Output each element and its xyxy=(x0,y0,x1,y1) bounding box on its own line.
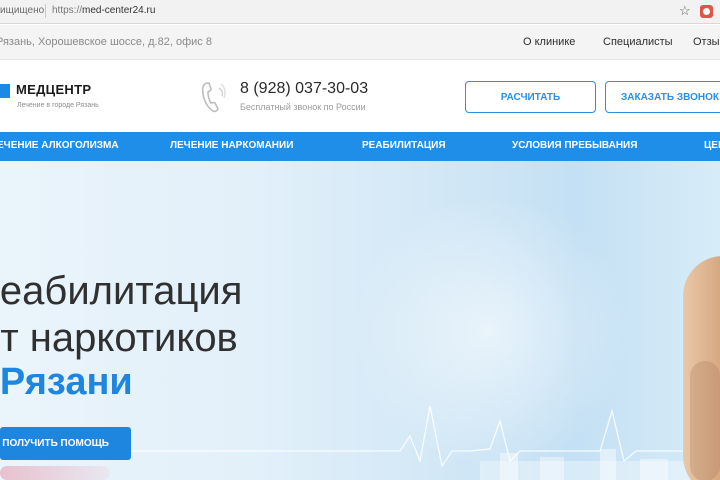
order-call-label: Заказать звонок xyxy=(621,91,719,103)
hero-title-line1: Реабилитация xyxy=(0,269,242,313)
hand-shadow xyxy=(690,361,720,480)
hero-title-line2-text: от наркотиков xyxy=(0,316,238,360)
url-scheme: https:// xyxy=(52,5,83,16)
hero-title-city-text: в Рязани xyxy=(0,361,133,403)
topnav-link-specialists[interactable]: Специалисты xyxy=(603,36,673,48)
get-help-label: Получить помощь xyxy=(2,438,109,449)
url-host: med-center24.ru xyxy=(82,5,156,16)
nav-item-rehabilitation[interactable]: РЕАБИЛИТАЦИЯ xyxy=(362,140,446,151)
star-icon[interactable]: ☆ xyxy=(679,3,691,19)
nav-item-alcoholism[interactable]: ЛЕЧЕНИЕ АЛКОГОЛИЗМА xyxy=(0,140,119,151)
hero-title-line1-text: Реабилитация xyxy=(0,269,243,313)
connection-status[interactable]: ищищено xyxy=(0,5,44,16)
url-field[interactable]: https://med-center24.ru xyxy=(52,5,155,16)
nav-item-drug-addiction[interactable]: ЛЕЧЕНИЕ НАРКОМАНИИ xyxy=(170,140,293,151)
clinic-address: Рязань, Хорошевское шоссе, д.82, офис 8 xyxy=(0,36,212,48)
address-separator xyxy=(45,4,46,18)
main-nav: ЛЕЧЕНИЕ АЛКОГОЛИЗМА ЛЕЧЕНИЕ НАРКОМАНИИ Р… xyxy=(0,132,720,161)
logo-tagline: Лечение в городе Рязань xyxy=(17,102,99,109)
order-call-button[interactable]: Заказать звонок xyxy=(605,81,720,113)
nav-item-alcoholism-label: ЛЕЧЕНИЕ АЛКОГОЛИЗМА xyxy=(0,140,119,151)
shield-extension-icon[interactable] xyxy=(700,5,713,18)
logo-name[interactable]: МЕДЦЕНТР xyxy=(16,82,91,97)
calculate-button[interactable]: Расчитать xyxy=(465,81,596,113)
flowers-image xyxy=(0,466,110,480)
hero-banner: Реабилитация от наркотиков в Рязани Полу… xyxy=(0,161,720,480)
site-header: МЕДЦЕНТР Лечение в городе Рязань 8 (928)… xyxy=(0,61,720,132)
topnav-link-reviews[interactable]: Отзывы xyxy=(693,36,720,48)
get-help-button[interactable]: Получить помощь xyxy=(0,427,131,460)
top-info-bar: Рязань, Хорошевское шоссе, д.82, офис 8 … xyxy=(0,25,720,60)
nav-item-prices[interactable]: ЦЕНЫ xyxy=(704,140,720,151)
phone-icon xyxy=(201,82,226,113)
nav-item-conditions[interactable]: УСЛОВИЯ ПРЕБЫВАНИЯ xyxy=(512,140,637,151)
phone-note: Бесплатный звонок по России xyxy=(240,102,366,112)
logo-icon[interactable] xyxy=(0,84,10,98)
hero-title-city: в Рязани xyxy=(0,360,133,404)
phone-number[interactable]: 8 (928) 037-30-03 xyxy=(240,80,368,98)
hero-title-line2: от наркотиков xyxy=(0,316,238,360)
browser-address-bar: ищищено https://med-center24.ru ☆ xyxy=(0,0,720,24)
topnav-link-about[interactable]: О клинике xyxy=(523,36,575,48)
